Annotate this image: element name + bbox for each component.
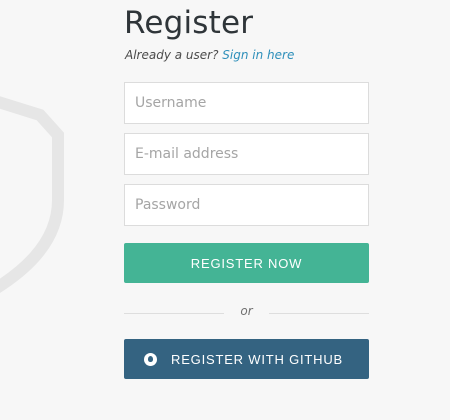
- or-divider: or: [124, 304, 369, 322]
- shield-icon: [0, 80, 80, 300]
- signin-prompt: Already a user? Sign in here: [125, 48, 294, 62]
- register-now-label: REGISTER NOW: [190, 255, 303, 271]
- github-icon: [144, 352, 157, 366]
- username-input[interactable]: [124, 82, 369, 124]
- signin-prompt-text: Already a user?: [125, 48, 219, 62]
- divider-line-right: [269, 313, 369, 314]
- divider-text: or: [240, 304, 253, 318]
- password-input[interactable]: [124, 184, 369, 226]
- signin-link[interactable]: Sign in here: [222, 48, 294, 62]
- register-page: Register Already a user? Sign in here RE…: [0, 0, 450, 420]
- email-input[interactable]: [124, 133, 369, 175]
- register-now-button[interactable]: REGISTER NOW: [124, 243, 369, 283]
- page-title: Register: [124, 5, 254, 41]
- register-with-github-button[interactable]: REGISTER WITH GITHUB: [124, 339, 369, 379]
- register-with-github-label: REGISTER WITH GITHUB: [171, 351, 343, 367]
